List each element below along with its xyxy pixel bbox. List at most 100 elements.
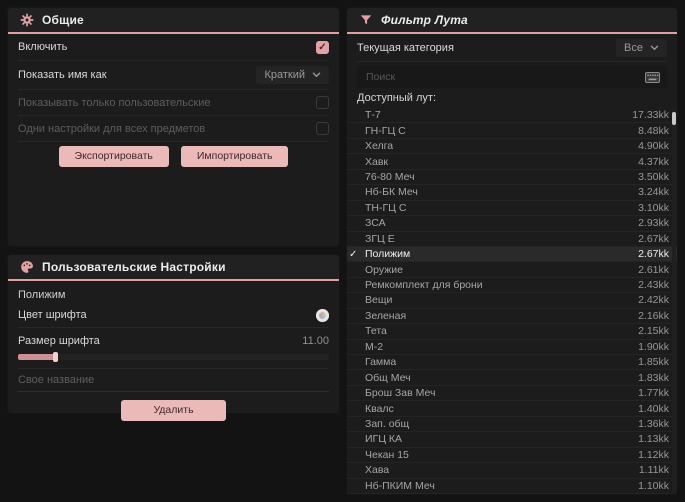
same-settings-row: Одни настройки для всех предметов ✓	[18, 116, 329, 142]
name-display-row: Показать имя как Краткий	[18, 61, 329, 90]
font-color-row: Цвет шрифта	[18, 303, 329, 328]
loot-item-value: 1.13kk	[638, 433, 669, 446]
loot-list-item[interactable]: ✓ ЗСА 2.93kk	[347, 216, 677, 232]
loot-list-item[interactable]: ✓ Брош Зав Меч 1.77kk	[347, 386, 677, 402]
loot-list-item[interactable]: ✓ Нб-БК Меч 3.24kk	[347, 185, 677, 201]
loot-item-value: 1.10kk	[638, 479, 669, 492]
loot-item-name: Чекан 15	[365, 448, 409, 461]
loot-item-name: Гамма	[365, 356, 397, 369]
funnel-icon	[359, 13, 373, 27]
loot-list-item[interactable]: ✓ ИГЦ КА 1.13kk	[347, 432, 677, 448]
color-wheel-icon[interactable]	[316, 308, 329, 322]
loot-item-value: 1.83kk	[638, 371, 669, 384]
loot-list-item[interactable]: ✓ Нб-ПКИМ Меч 1.10kk	[347, 479, 677, 494]
name-display-select[interactable]: Краткий	[256, 66, 329, 84]
loot-list-item[interactable]: ✓ 76-80 Меч 3.50kk	[347, 170, 677, 186]
enable-checkbox[interactable]: ✓	[316, 40, 329, 54]
palette-icon	[20, 260, 34, 274]
loot-list-item[interactable]: ✓ Полижим 2.67kk	[347, 246, 677, 263]
category-value: Все	[624, 41, 643, 54]
loot-item-name: ЗСА	[365, 217, 386, 230]
loot-list-item[interactable]: ✓ М-2 1.90kk	[347, 340, 677, 355]
loot-item-value: 2.67kk	[638, 248, 669, 261]
loot-list-item[interactable]: ✓ Хелга 4.90kk	[347, 139, 677, 155]
loot-list-item[interactable]: ✓ Вещи 2.42kk	[347, 293, 677, 309]
loot-item-value: 1.85kk	[638, 356, 669, 369]
slider-fill	[18, 354, 56, 360]
loot-list: ✓ Т-7 17.33kk ✓ ГН-ГЦ С 8.48kk ✓ Хелга 4…	[347, 108, 677, 494]
loot-item-name: Оружие	[365, 263, 403, 276]
loot-list-item[interactable]: ✓ ТН-ГЦ С 3.10kk	[347, 201, 677, 217]
same-settings-checkbox[interactable]: ✓	[316, 122, 329, 135]
enable-label: Включить	[18, 41, 68, 53]
chevron-down-icon	[650, 44, 659, 50]
loot-item-value: 1.40kk	[638, 402, 669, 415]
loot-list-item[interactable]: ✓ Оружие 2.61kk	[347, 262, 677, 278]
loot-list-item[interactable]: ✓ Хава 1.11kk	[347, 463, 677, 479]
loot-item-value: 4.90kk	[638, 140, 669, 153]
import-button[interactable]: Импортировать	[180, 146, 289, 167]
loot-item-name: Полижим	[365, 248, 411, 261]
loot-list-item[interactable]: ✓ Общ Меч 1.83kk	[347, 370, 677, 386]
slider-handle[interactable]	[53, 352, 59, 362]
loot-item-value: 1.77kk	[638, 387, 669, 400]
loot-list-item[interactable]: ✓ Ремкомплект для брони 2.43kk	[347, 278, 677, 294]
custom-settings-panel: Пользовательские Настройки Полижим Цвет …	[8, 255, 339, 421]
category-row: Текущая категория Все	[357, 34, 667, 62]
loot-list-item[interactable]: ✓ ЗГЦ Е 2.67kk	[347, 232, 677, 247]
only-custom-checkbox[interactable]: ✓	[316, 96, 329, 109]
font-size-slider[interactable]	[18, 352, 329, 362]
loot-item-value: 1.12kk	[638, 448, 669, 461]
search-box	[357, 66, 667, 88]
font-size-row: Размер шрифта 11.00	[18, 328, 329, 369]
loot-list-item[interactable]: ✓ Квалс 1.40kk	[347, 401, 677, 417]
loot-list-item[interactable]: ✓ ГН-ГЦ С 8.48kk	[347, 123, 677, 139]
general-panel: Общие Включить ✓ Показать имя как Кратки…	[8, 8, 339, 246]
font-color-label: Цвет шрифта	[18, 309, 87, 321]
loot-item-name: Хава	[365, 464, 390, 477]
loot-item-name: Вещи	[365, 294, 393, 307]
loot-item-value: 2.61kk	[638, 263, 669, 276]
loot-filter-panel: Фильтр Лута Текущая категория Все Поиск …	[347, 8, 677, 494]
general-panel-title: Общие	[42, 13, 84, 27]
loot-list-item[interactable]: ✓ Тета 2.15kk	[347, 324, 677, 340]
loot-item-name: Ремкомплект для брони	[365, 279, 483, 292]
font-size-label: Размер шрифта	[18, 335, 100, 347]
slider-track	[18, 354, 329, 360]
loot-item-value: 1.11kk	[638, 464, 669, 477]
loot-list-item[interactable]: ✓ Хавк 4.37kk	[347, 154, 677, 170]
keyboard-icon[interactable]	[645, 71, 660, 83]
loot-list-item[interactable]: ✓ Чекан 15 1.12kk	[347, 448, 677, 464]
custom-name-input[interactable]	[18, 369, 329, 392]
loot-item-value: 2.42kk	[638, 294, 669, 307]
loot-item-value: 3.24kk	[638, 186, 669, 199]
enable-row: Включить ✓	[18, 34, 329, 61]
loot-item-value: 2.43kk	[638, 279, 669, 292]
loot-item-name: М-2	[365, 340, 384, 353]
loot-list-item[interactable]: ✓ Гамма 1.85kk	[347, 355, 677, 371]
loot-item-name: Общ Меч	[365, 371, 411, 384]
delete-button[interactable]: Удалить	[121, 400, 226, 421]
loot-item-name: Нб-ПКИМ Меч	[365, 479, 435, 492]
loot-item-name: ТН-ГЦ С	[365, 201, 407, 214]
name-display-value: Краткий	[264, 69, 305, 81]
loot-item-name: Хелга	[365, 140, 394, 153]
loot-list-item[interactable]: ✓ Зап. общ 1.36kk	[347, 417, 677, 433]
loot-item-name: Брош Зав Меч	[365, 387, 436, 400]
loot-item-name: Тета	[365, 325, 387, 338]
loot-list-item[interactable]: ✓ Зеленая 2.16kk	[347, 309, 677, 325]
loot-list-item[interactable]: ✓ Т-7 17.33kk	[347, 108, 677, 124]
category-select[interactable]: Все	[616, 38, 667, 57]
search-input[interactable]	[364, 70, 604, 84]
export-button[interactable]: Экспортировать	[58, 146, 169, 167]
scrollbar-thumb[interactable]	[672, 112, 676, 125]
loot-item-name: Хавк	[365, 155, 389, 168]
loot-item-name: ИГЦ КА	[365, 433, 403, 446]
general-panel-header: Общие	[8, 8, 339, 34]
loot-item-name: ЗГЦ Е	[365, 232, 395, 245]
check-icon: ✓	[349, 248, 358, 260]
loot-item-value: 2.93kk	[638, 217, 669, 230]
loot-item-value: 17.33kk	[632, 109, 669, 122]
loot-item-value: 2.16kk	[638, 309, 669, 322]
loot-list-scrollbar[interactable]	[672, 108, 676, 494]
